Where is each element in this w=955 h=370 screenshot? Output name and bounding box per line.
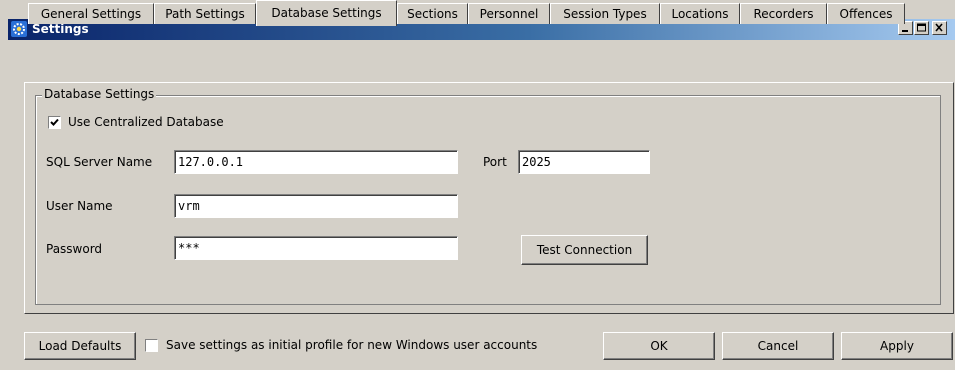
group-title: Database Settings xyxy=(42,87,157,102)
tab-database-settings[interactable]: Database Settings xyxy=(256,0,397,26)
username-input[interactable]: vrm xyxy=(174,194,458,218)
tab-offences[interactable]: Offences xyxy=(827,3,905,24)
button-label: Apply xyxy=(880,339,914,353)
sql-server-input[interactable]: 127.0.0.1 xyxy=(174,150,458,174)
test-connection-button[interactable]: Test Connection xyxy=(521,235,648,265)
tab-label: General Settings xyxy=(40,7,142,21)
tab-label: Offences xyxy=(839,7,893,21)
tab-personnel[interactable]: Personnel xyxy=(468,3,550,24)
minimize-icon xyxy=(902,30,908,32)
tab-label: Database Settings xyxy=(271,6,382,20)
tab-sections[interactable]: Sections xyxy=(397,3,468,24)
close-button[interactable] xyxy=(932,21,947,35)
button-label: Load Defaults xyxy=(38,339,122,353)
password-label: Password xyxy=(46,242,103,256)
save-profile-label: Save settings as initial profile for new… xyxy=(166,338,538,352)
maximize-button[interactable] xyxy=(914,21,929,35)
cancel-button[interactable]: Cancel xyxy=(722,332,834,360)
username-label: User Name xyxy=(46,199,113,213)
save-profile-checkbox[interactable] xyxy=(145,339,158,352)
tab-recorders[interactable]: Recorders xyxy=(740,3,827,24)
tab-label: Locations xyxy=(671,7,729,21)
load-defaults-button[interactable]: Load Defaults xyxy=(24,332,136,360)
tab-locations[interactable]: Locations xyxy=(660,3,740,24)
maximize-icon xyxy=(917,23,926,32)
button-label: Cancel xyxy=(757,339,799,353)
tab-label: Recorders xyxy=(753,7,814,21)
button-label: OK xyxy=(650,339,668,353)
use-centralized-db-checkbox[interactable] xyxy=(48,116,61,129)
ok-button[interactable]: OK xyxy=(603,332,715,360)
settings-window: Settings General Settings Path Settings … xyxy=(0,0,955,370)
port-label: Port xyxy=(483,155,507,169)
tab-label: Sections xyxy=(407,7,458,21)
tab-label: Session Types xyxy=(563,7,647,21)
sql-server-label: SQL Server Name xyxy=(46,155,153,169)
tab-general-settings[interactable]: General Settings xyxy=(28,3,154,24)
apply-button[interactable]: Apply xyxy=(841,332,953,360)
gear-icon xyxy=(11,21,27,37)
password-input[interactable]: *** xyxy=(174,236,458,260)
use-centralized-db-label: Use Centralized Database xyxy=(68,115,224,129)
tab-label: Personnel xyxy=(479,7,539,21)
tab-session-types[interactable]: Session Types xyxy=(550,3,660,24)
port-input[interactable]: 2025 xyxy=(518,150,650,174)
button-label: Test Connection xyxy=(536,243,633,257)
tab-label: Path Settings xyxy=(165,7,245,21)
close-icon xyxy=(935,23,943,32)
checkmark-icon xyxy=(50,118,59,126)
tab-path-settings[interactable]: Path Settings xyxy=(154,3,256,24)
